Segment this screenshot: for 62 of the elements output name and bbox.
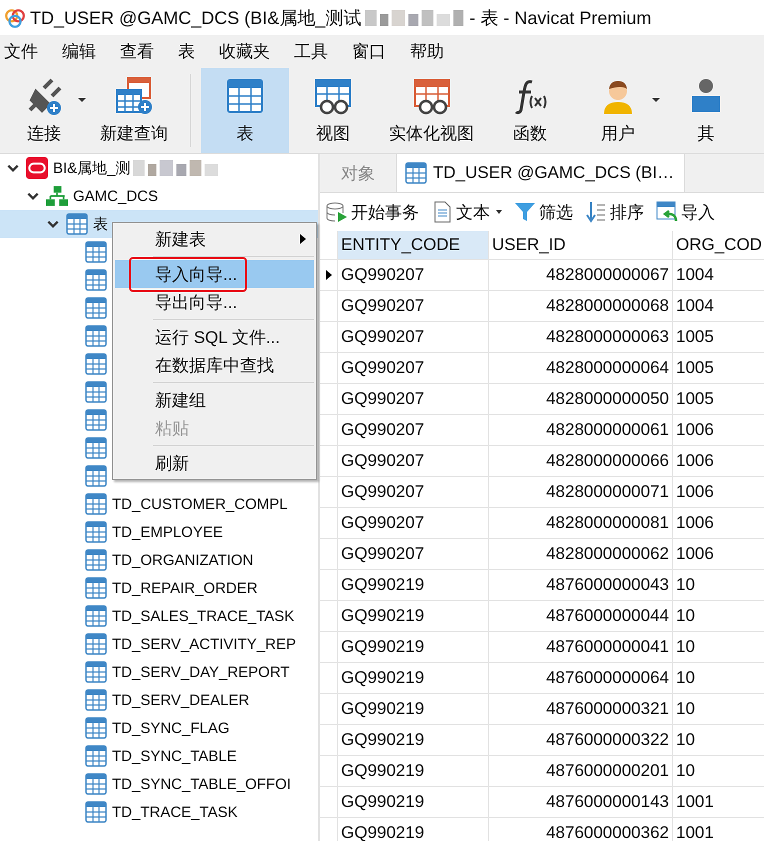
table-cell: GQ990207 [338,322,489,352]
table-cell: 10 [673,663,764,693]
table-cell: 10 [673,756,764,786]
table-cell: 1005 [673,353,764,383]
table-cell: 10 [673,632,764,662]
table-cell: GQ990207 [338,291,489,321]
table-cell: 1006 [673,477,764,507]
table-cell: GQ990207 [338,415,489,445]
table-cell: GQ990219 [338,725,489,755]
table-cell: GQ990207 [338,353,489,383]
table-cell: 4828000000062 [489,539,673,569]
table-cell: 1004 [673,260,764,290]
table-cell: 4876000000044 [489,601,673,631]
table-cell: 4828000000050 [489,384,673,414]
table-cell: GQ990207 [338,508,489,538]
table-cell: 4828000000071 [489,477,673,507]
table-cell: 4876000000043 [489,570,673,600]
table-cell: 1001 [673,787,764,817]
table-cell: 1006 [673,539,764,569]
table-cell: 1005 [673,384,764,414]
table-cell: GQ990219 [338,632,489,662]
table-cell: GQ990219 [338,601,489,631]
table-cell: GQ990219 [338,570,489,600]
table-cell: 10 [673,570,764,600]
table-cell: GQ990219 [338,818,489,841]
table-cell: 4828000000067 [489,260,673,290]
table-cell: 4828000000064 [489,353,673,383]
table-cell: GQ990207 [338,477,489,507]
table-cell: 1006 [673,508,764,538]
tree-label: 表 [93,214,108,234]
window-title-suffix: - 表 - Navicat Premium [469,6,652,30]
table-cell: 1005 [673,322,764,352]
tree-label: GAMC_DCS [73,188,158,204]
table-cell: 4828000000061 [489,415,673,445]
table-cell: GQ990219 [338,663,489,693]
table-cell: 4828000000066 [489,446,673,476]
window-title: TD_USER @GAMC_DCS (BI&属地_测试 [30,6,362,30]
table-cell: 4876000000322 [489,725,673,755]
table-cell: GQ990207 [338,384,489,414]
table-cell: 1001 [673,818,764,841]
table-cell: 1004 [673,291,764,321]
table-cell: 4876000000321 [489,694,673,724]
table-cell: 4876000000041 [489,632,673,662]
table-cell: GQ990207 [338,260,489,290]
table-cell: 4828000000081 [489,508,673,538]
table-cell: 10 [673,601,764,631]
table-cell: GQ990219 [338,756,489,786]
table-cell: 1006 [673,415,764,445]
table-cell: 4828000000063 [489,322,673,352]
table-cell: 10 [673,725,764,755]
table-cell: 4828000000068 [489,291,673,321]
table-cell: GQ990207 [338,539,489,569]
table-cell: 10 [673,694,764,724]
table-cell: 4876000000201 [489,756,673,786]
tree-label: BI&属地_测 [53,158,131,178]
table-cell: 4876000000064 [489,663,673,693]
table-cell: GQ990219 [338,787,489,817]
table-cell: 4876000000362 [489,818,673,841]
table-cell: 1006 [673,446,764,476]
table-cell: GQ990207 [338,446,489,476]
table-cell: 4876000000143 [489,787,673,817]
table-cell: GQ990219 [338,694,489,724]
